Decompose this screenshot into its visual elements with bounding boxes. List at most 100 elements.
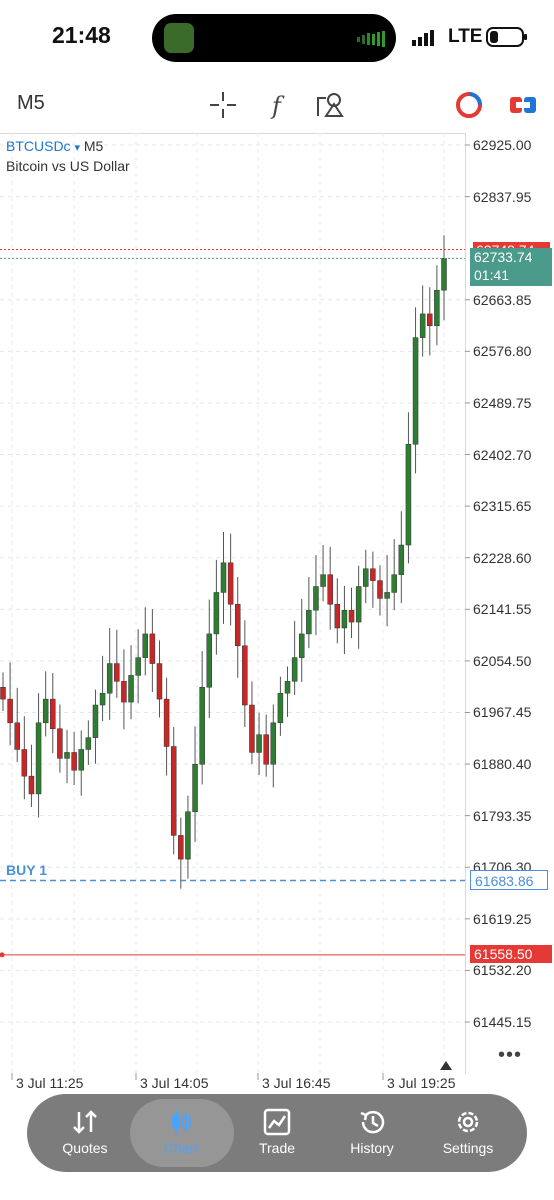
more-options-icon[interactable]: •••	[498, 1044, 522, 1067]
position-label[interactable]: BUY 1	[6, 862, 47, 878]
candle	[334, 604, 341, 629]
candle	[192, 764, 198, 812]
candle	[405, 444, 412, 546]
candle	[256, 734, 262, 753]
y-tick-label: 61793.35	[473, 807, 532, 824]
y-tick-label: 61445.15	[473, 1014, 532, 1030]
candle	[341, 609, 348, 629]
theme-icon[interactable]	[452, 88, 486, 122]
candle	[64, 752, 70, 759]
y-tick-label: 62663.85	[473, 291, 532, 308]
nav-label: Trade	[258, 1140, 296, 1156]
candle	[298, 633, 305, 658]
nav-label: Quotes	[62, 1140, 108, 1156]
candle	[249, 704, 255, 753]
bar-timer: 01:41	[474, 267, 510, 283]
candle	[284, 681, 291, 694]
x-tick-label: 3 Jul 19:25	[387, 1075, 456, 1091]
candle	[42, 698, 49, 724]
y-tick-label: 61967.45	[473, 704, 532, 721]
candle	[28, 775, 35, 795]
candle	[14, 722, 20, 750]
candle	[0, 687, 6, 700]
battery-icon	[486, 27, 527, 47]
candle	[363, 568, 369, 587]
candle	[78, 749, 84, 771]
dynamic-island	[152, 14, 396, 62]
timeframe-selector[interactable]: M5	[17, 92, 45, 115]
candle	[227, 562, 234, 605]
candle	[7, 698, 13, 724]
x-tick-label: 3 Jul 11:25	[16, 1075, 84, 1091]
candle	[277, 692, 284, 724]
chart-symbol[interactable]: BTCUSDc ▾ M5	[6, 138, 103, 154]
candle	[185, 811, 191, 860]
candle	[242, 645, 248, 706]
position-price-label: 61683.86	[470, 870, 548, 890]
chart-symbol-description: Bitcoin vs US Dollar	[6, 158, 130, 174]
candle	[434, 289, 440, 327]
app-icon	[164, 23, 194, 53]
nav-history[interactable]: History	[322, 1094, 422, 1172]
candle	[57, 728, 63, 759]
candle	[427, 313, 433, 327]
nav-label: Settings	[442, 1140, 494, 1156]
nav-label: History	[350, 1140, 394, 1156]
candle	[391, 574, 397, 593]
candle	[156, 663, 163, 700]
x-tick-label: 3 Jul 14:05	[140, 1075, 209, 1091]
candle	[320, 574, 326, 587]
candle	[377, 580, 383, 599]
candle	[384, 592, 390, 599]
y-tick-label: 61880.40	[473, 756, 532, 773]
quotes-icon	[73, 1110, 97, 1134]
trade-icon[interactable]	[506, 88, 540, 122]
history-icon	[360, 1110, 385, 1134]
candle	[135, 657, 141, 676]
candle	[348, 609, 355, 623]
candle	[50, 698, 56, 729]
candle	[355, 586, 362, 623]
settings-icon	[457, 1111, 479, 1133]
trade-chart-icon	[263, 1108, 291, 1136]
candle	[149, 633, 156, 664]
candle	[114, 663, 120, 682]
status-time: 21:48	[52, 22, 111, 48]
stop-loss-handle[interactable]	[0, 952, 5, 958]
y-tick-label: 62489.75	[473, 394, 532, 411]
crosshair-icon[interactable]	[206, 88, 240, 122]
nav-chart[interactable]: Chart	[131, 1094, 231, 1172]
y-tick-label: 62228.60	[473, 549, 532, 566]
nav-trade[interactable]: Trade	[227, 1094, 327, 1172]
chart-shift-icon[interactable]	[440, 1061, 452, 1070]
ask-price-label: 62733.74 01:41	[470, 248, 552, 286]
function-icon[interactable]: f	[262, 88, 296, 122]
nav-settings[interactable]: Settings	[418, 1094, 518, 1172]
x-tick-label: 3 Jul 16:45	[262, 1075, 331, 1091]
y-tick-label: 62054.50	[473, 652, 532, 669]
candle	[128, 675, 134, 703]
objects-icon[interactable]	[314, 88, 348, 122]
candle	[121, 681, 127, 703]
candle	[441, 258, 447, 291]
candle	[35, 722, 42, 795]
nav-label: Chart	[163, 1140, 199, 1156]
nav-quotes[interactable]: Quotes	[35, 1094, 135, 1172]
candle	[306, 609, 312, 635]
y-tick-label: 62925.00	[473, 137, 532, 153]
candle	[263, 734, 269, 765]
y-tick-label: 62576.80	[473, 343, 532, 360]
svg-text:f: f	[270, 92, 285, 120]
candle	[142, 633, 149, 658]
y-tick-label: 61619.25	[473, 910, 532, 927]
chart-icon	[172, 1110, 191, 1134]
stop-loss-price-label: 61558.50	[470, 945, 552, 963]
carrier-label: LTE	[448, 26, 483, 47]
candle	[327, 574, 333, 605]
y-tick-label: 62141.55	[473, 601, 532, 618]
candle	[92, 704, 99, 738]
candle	[163, 698, 170, 747]
candle	[412, 337, 419, 445]
candle	[370, 568, 376, 581]
y-tick-label: 62837.95	[473, 188, 532, 205]
